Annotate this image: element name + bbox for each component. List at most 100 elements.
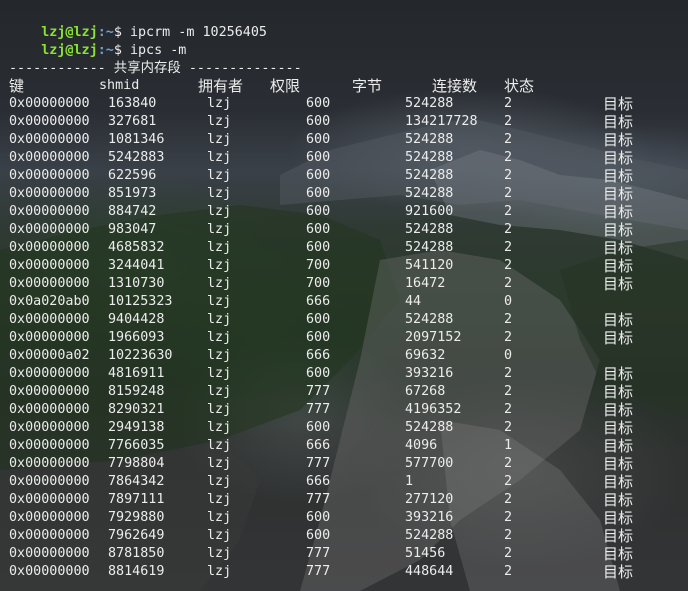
cell-shmid: 1310730 xyxy=(108,276,165,291)
cell-owner: lzj xyxy=(207,420,232,435)
table-row: 0x00000000 7798804 lzj 777 577700 2 目标 xyxy=(9,455,669,473)
cell-owner: lzj xyxy=(207,492,232,507)
cell-bytes: 524288 xyxy=(405,312,454,327)
cell-shmid: 4685832 xyxy=(108,240,165,255)
cell-status: 目标 xyxy=(603,113,634,131)
cell-owner: lzj xyxy=(207,510,232,525)
table-row: 0x00000000 4685832 lzj 600 524288 2 目标 xyxy=(9,239,669,257)
table-row: 0x0a020ab0 10125323 lzj 666 44 0 xyxy=(9,293,669,311)
cell-shmid: 7962649 xyxy=(108,528,165,543)
cell-bytes: 541120 xyxy=(405,258,454,273)
cell-shmid: 10223630 xyxy=(108,348,173,363)
cell-nattch: 2 xyxy=(504,96,513,111)
cell-perms: 600 xyxy=(306,114,331,129)
cell-key: 0x0a020ab0 xyxy=(9,294,90,309)
cell-shmid: 983047 xyxy=(108,222,157,237)
cell-owner: lzj xyxy=(207,294,232,309)
cell-nattch: 2 xyxy=(504,528,513,543)
cell-owner: lzj xyxy=(207,204,232,219)
cell-bytes: 4196352 xyxy=(405,402,462,417)
table-row: 0x00000000 1310730 lzj 700 16472 2 目标 xyxy=(9,275,669,293)
cell-key: 0x00000000 xyxy=(9,492,90,507)
cell-perms: 600 xyxy=(306,150,331,165)
cell-owner: lzj xyxy=(207,384,232,399)
cell-shmid: 7929880 xyxy=(108,510,165,525)
table-row: 0x00000000 8290321 lzj 777 4196352 2 目标 xyxy=(9,401,669,419)
cell-shmid: 2949138 xyxy=(108,420,165,435)
cell-bytes: 2097152 xyxy=(405,330,462,345)
cell-nattch: 2 xyxy=(504,240,513,255)
cell-bytes: 524288 xyxy=(405,96,454,111)
cell-key: 0x00000000 xyxy=(9,546,90,561)
cell-status: 目标 xyxy=(603,221,634,239)
cell-perms: 600 xyxy=(306,510,331,525)
table-row: 0x00000000 3244041 lzj 700 541120 2 目标 xyxy=(9,257,669,275)
cell-nattch: 2 xyxy=(504,204,513,219)
table-row: 0x00000000 8814619 lzj 777 448644 2 目标 xyxy=(9,563,669,581)
cell-key: 0x00000000 xyxy=(9,114,90,129)
cell-shmid: 3244041 xyxy=(108,258,165,273)
cell-status: 目标 xyxy=(603,383,634,401)
cell-perms: 600 xyxy=(306,204,331,219)
cell-key: 0x00000000 xyxy=(9,384,90,399)
cell-status: 目标 xyxy=(603,509,634,527)
header-shmid: shmid xyxy=(99,78,140,93)
cell-bytes: 4096 xyxy=(405,438,438,453)
cell-perms: 700 xyxy=(306,276,331,291)
cell-status: 目标 xyxy=(603,167,634,185)
table-row: 0x00000000 8781850 lzj 777 51456 2 目标 xyxy=(9,545,669,563)
cell-bytes: 134217728 xyxy=(405,114,478,129)
cell-key: 0x00000000 xyxy=(9,168,90,183)
cell-key: 0x00000a02 xyxy=(9,348,90,363)
cell-owner: lzj xyxy=(207,276,232,291)
cell-key: 0x00000000 xyxy=(9,222,90,237)
cell-owner: lzj xyxy=(207,474,232,489)
terminal-window[interactable]: lzj@lzj:~$ ipcrm -m 10256405 lzj@lzj:~$ … xyxy=(0,0,688,591)
cell-key: 0x00000000 xyxy=(9,438,90,453)
cell-nattch: 2 xyxy=(504,222,513,237)
cell-perms: 600 xyxy=(306,132,331,147)
cell-shmid: 884742 xyxy=(108,204,157,219)
table-row: 0x00000000 7864342 lzj 666 1 2 目标 xyxy=(9,473,669,491)
cell-perms: 600 xyxy=(306,312,331,327)
cell-bytes: 524288 xyxy=(405,132,454,147)
cell-shmid: 7897111 xyxy=(108,492,165,507)
cell-bytes: 524288 xyxy=(405,168,454,183)
cell-perms: 600 xyxy=(306,186,331,201)
cell-bytes: 524288 xyxy=(405,150,454,165)
table-row: 0x00000000 9404428 lzj 600 524288 2 目标 xyxy=(9,311,669,329)
cell-bytes: 1 xyxy=(405,474,414,489)
cell-owner: lzj xyxy=(207,114,232,129)
cell-bytes: 524288 xyxy=(405,528,454,543)
cell-nattch: 0 xyxy=(504,348,513,363)
table-row: 0x00000000 2949138 lzj 600 524288 2 目标 xyxy=(9,419,669,437)
cell-key: 0x00000000 xyxy=(9,456,90,471)
cell-status: 目标 xyxy=(603,149,634,167)
cell-key: 0x00000000 xyxy=(9,564,90,579)
cell-status: 目标 xyxy=(603,563,634,581)
cell-nattch: 1 xyxy=(504,438,513,453)
prompt-symbol: $ xyxy=(113,43,130,58)
cell-shmid: 1966093 xyxy=(108,330,165,345)
table-row: 0x00000000 1966093 lzj 600 2097152 2 目标 xyxy=(9,329,669,347)
cell-status: 目标 xyxy=(603,185,634,203)
cell-bytes: 44 xyxy=(405,294,422,309)
cell-owner: lzj xyxy=(207,438,232,453)
cell-perms: 600 xyxy=(306,168,331,183)
cell-key: 0x00000000 xyxy=(9,132,90,147)
cell-perms: 777 xyxy=(306,492,331,507)
section-title: ------------ 共享内存段 -------------- xyxy=(9,61,302,76)
cell-bytes: 67268 xyxy=(405,384,446,399)
cell-nattch: 2 xyxy=(504,474,513,489)
table-row: 0x00000000 622596 lzj 600 524288 2 目标 xyxy=(9,167,669,185)
cell-status: 目标 xyxy=(603,329,634,347)
cell-bytes: 921600 xyxy=(405,204,454,219)
cell-nattch: 2 xyxy=(504,132,513,147)
cell-perms: 666 xyxy=(306,348,331,363)
header-nattch: 连接数 xyxy=(432,77,478,95)
cell-perms: 600 xyxy=(306,420,331,435)
cell-shmid: 5242883 xyxy=(108,150,165,165)
cell-status: 目标 xyxy=(603,275,634,293)
header-perms: 权限 xyxy=(270,77,301,95)
cell-bytes: 524288 xyxy=(405,420,454,435)
